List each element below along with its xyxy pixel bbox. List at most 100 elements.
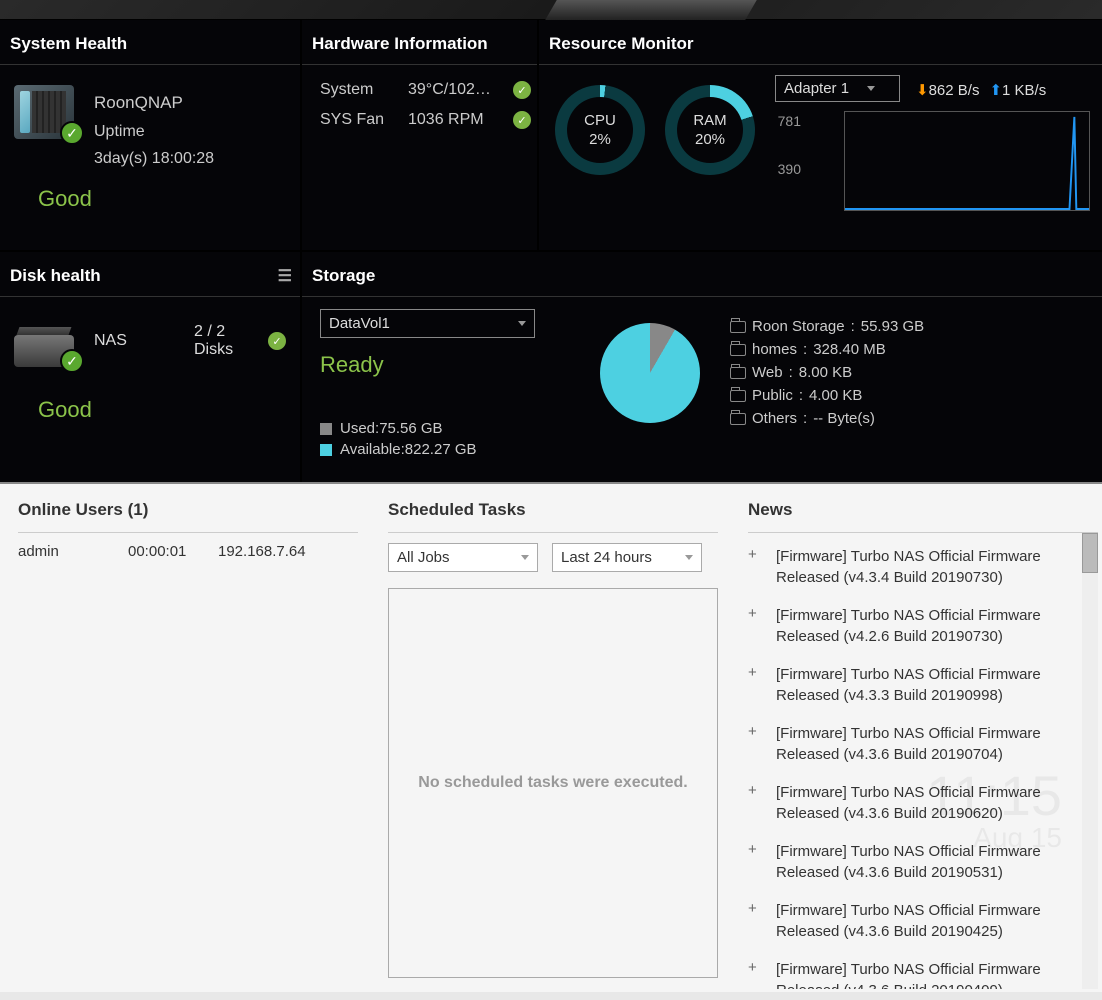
resource-monitor-panel: Resource Monitor CPU 2% RAM 20% Adapter …: [539, 20, 1102, 250]
folder-row: Web: 8.00 KB: [730, 361, 924, 384]
news-item[interactable]: + [Firmware] Turbo NAS Official Firmware …: [748, 600, 1098, 659]
scheduled-tasks-title: Scheduled Tasks: [388, 492, 718, 533]
time-filter-select[interactable]: Last 24 hours: [552, 543, 702, 572]
news-text: [Firmware] Turbo NAS Official Firmware R…: [776, 841, 1098, 883]
online-users-title: Online Users (1): [18, 492, 358, 533]
hard-drive-icon: ✓: [14, 323, 78, 383]
news-item[interactable]: + [Firmware] Turbo NAS Official Firmware …: [748, 659, 1098, 718]
expand-icon[interactable]: +: [748, 900, 762, 942]
news-item[interactable]: + [Firmware] Turbo NAS Official Firmware …: [748, 777, 1098, 836]
download-speed: ⬇862 B/s: [916, 81, 979, 99]
folder-row: Public: 4.00 KB: [730, 384, 924, 407]
folder-row: Others: -- Byte(s): [730, 407, 924, 430]
scrollbar-track[interactable]: [1082, 533, 1098, 989]
scrollbar-thumb[interactable]: [1082, 533, 1098, 573]
user-time: 00:00:01: [128, 543, 218, 560]
status-ok-badge-icon: ✓: [60, 121, 84, 145]
chevron-down-icon: [518, 321, 526, 326]
folder-name: Web: [752, 364, 783, 381]
expand-icon[interactable]: +: [748, 605, 762, 647]
storage-folders-list: Roon Storage: 55.93 GBhomes: 328.40 MBWe…: [730, 309, 924, 430]
chart-y-hi: 781: [778, 113, 801, 129]
user-row: admin00:00:01192.168.7.64: [18, 533, 358, 570]
uptime-label: Uptime: [94, 118, 214, 145]
news-item[interactable]: + [Firmware] Turbo NAS Official Firmware …: [748, 718, 1098, 777]
chevron-down-icon: [685, 555, 693, 560]
storage-panel: Storage DataVol1 Ready Used:75.56 GB Ava…: [302, 252, 1102, 482]
nas-device-icon: ✓: [14, 85, 78, 155]
legend-available: Available:822.27 GB: [320, 439, 570, 460]
status-ok-badge-icon: ✓: [60, 349, 84, 373]
window-top-frame: [0, 0, 1102, 20]
folder-icon: [730, 390, 746, 402]
news-panel: News +[Firmware] Turbo NAS Official Firm…: [730, 484, 1102, 992]
news-text: [Firmware] Turbo NAS Official Firmware R…: [776, 959, 1098, 989]
storage-status: Ready: [320, 352, 570, 378]
volume-select[interactable]: DataVol1: [320, 309, 535, 338]
network-chart: [844, 111, 1090, 211]
chevron-down-icon: [867, 86, 875, 91]
hardware-info-panel: Hardware Information System 39°C/102… ✓ …: [302, 20, 537, 250]
folder-icon: [730, 344, 746, 356]
system-health-panel: System Health ✓ RoonQNAP Uptime 3day(s) …: [0, 20, 300, 250]
volume-select-value: DataVol1: [329, 315, 390, 332]
news-item[interactable]: + [Firmware] Turbo NAS Official Firmware …: [748, 541, 1098, 600]
expand-icon[interactable]: +: [748, 664, 762, 706]
system-health-title: System Health: [0, 20, 300, 65]
arrow-down-icon: ⬇: [916, 82, 929, 99]
check-icon: ✓: [268, 332, 286, 350]
user-name: admin: [18, 543, 128, 560]
task-list-empty: No scheduled tasks were executed.: [388, 588, 718, 978]
folder-icon: [730, 321, 746, 333]
news-text: [Firmware] Turbo NAS Official Firmware R…: [776, 782, 1098, 824]
resource-monitor-title: Resource Monitor: [539, 20, 1102, 65]
hw-fan-value: 1036 RPM: [408, 111, 505, 129]
news-text: [Firmware] Turbo NAS Official Firmware R…: [776, 605, 1098, 647]
adapter-select[interactable]: Adapter 1: [775, 75, 900, 102]
expand-icon[interactable]: +: [748, 723, 762, 765]
legend-used: Used:75.56 GB: [320, 418, 570, 439]
folder-size: 328.40 MB: [813, 341, 886, 358]
ram-gauge: RAM 20%: [665, 85, 755, 175]
cpu-gauge: CPU 2%: [555, 85, 645, 175]
folder-size: 4.00 KB: [809, 387, 862, 404]
hostname-label: RoonQNAP: [94, 89, 214, 118]
hw-fan-label: SYS Fan: [320, 111, 400, 129]
folder-size: -- Byte(s): [813, 410, 875, 427]
folder-size: 55.93 GB: [861, 318, 924, 335]
folder-size: 8.00 KB: [799, 364, 852, 381]
uptime-value: 3day(s) 18:00:28: [94, 145, 214, 172]
disk-health-panel: Disk health ☰ ✓ NAS 2 / 2 Disks ✓ Good: [0, 252, 300, 482]
news-item[interactable]: + [Firmware] Turbo NAS Official Firmware …: [748, 954, 1098, 989]
chevron-down-icon: [521, 555, 529, 560]
expand-icon[interactable]: +: [748, 782, 762, 824]
news-item[interactable]: + [Firmware] Turbo NAS Official Firmware …: [748, 895, 1098, 954]
user-ip: 192.168.7.64: [218, 543, 306, 560]
job-filter-select[interactable]: All Jobs: [388, 543, 538, 572]
disk-nas-label: NAS: [94, 332, 194, 350]
expand-icon[interactable]: +: [748, 959, 762, 989]
disk-count: 2 / 2 Disks: [194, 323, 268, 359]
list-view-icon[interactable]: ☰: [278, 266, 290, 286]
folder-name: Public: [752, 387, 793, 404]
folder-name: homes: [752, 341, 797, 358]
expand-icon[interactable]: +: [748, 841, 762, 883]
adapter-select-value: Adapter 1: [784, 80, 849, 97]
news-text: [Firmware] Turbo NAS Official Firmware R…: [776, 900, 1098, 942]
folder-name: Others: [752, 410, 797, 427]
online-users-panel: Online Users (1) admin00:00:01192.168.7.…: [0, 484, 370, 992]
disk-health-status: Good: [14, 383, 286, 423]
news-text: [Firmware] Turbo NAS Official Firmware R…: [776, 723, 1098, 765]
news-text: [Firmware] Turbo NAS Official Firmware R…: [776, 664, 1098, 706]
folder-row: Roon Storage: 55.93 GB: [730, 315, 924, 338]
cpu-label: CPU: [584, 111, 616, 131]
news-item[interactable]: + [Firmware] Turbo NAS Official Firmware …: [748, 836, 1098, 895]
disk-health-title: Disk health: [10, 266, 101, 285]
news-text: [Firmware] Turbo NAS Official Firmware R…: [776, 546, 1098, 588]
hw-system-label: System: [320, 81, 400, 99]
folder-icon: [730, 367, 746, 379]
folder-name: Roon Storage: [752, 318, 845, 335]
hw-system-value: 39°C/102…: [408, 81, 505, 99]
hardware-title: Hardware Information: [302, 20, 537, 65]
expand-icon[interactable]: +: [748, 546, 762, 588]
